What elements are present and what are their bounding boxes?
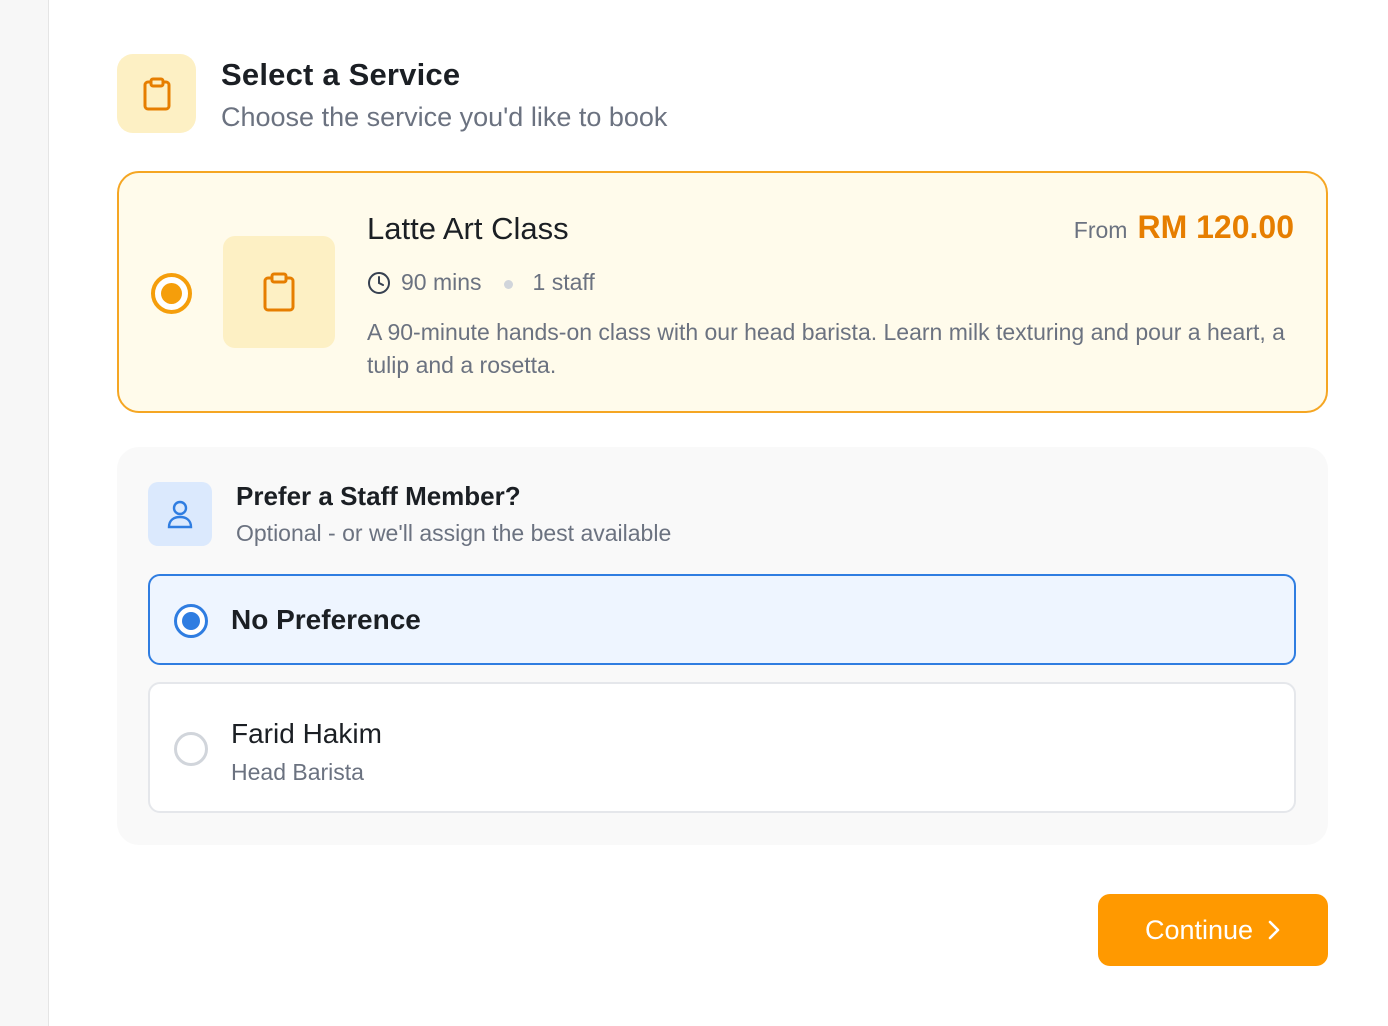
service-card-latte-art[interactable]: Latte Art Class From RM 120.00 90 mins 1… [117, 171, 1328, 413]
radio-selected-dot [161, 283, 182, 304]
service-name: Latte Art Class [367, 211, 569, 246]
chevron-right-icon [1267, 919, 1281, 941]
section-header: Select a Service Choose the service you'… [117, 54, 1328, 134]
service-duration: 90 mins [401, 269, 482, 295]
staff-option-role: Head Barista [231, 759, 364, 785]
staff-option-no-preference[interactable]: No Preference [148, 574, 1296, 665]
service-meta: 90 mins 1 staff [367, 269, 595, 296]
service-description: A 90-minute hands-on class with our head… [367, 319, 1285, 378]
left-sidebar-rail [0, 0, 49, 1026]
booking-main: Select a Service Choose the service you'… [117, 0, 1328, 1026]
staff-option-name: Farid Hakim [231, 718, 382, 749]
clipboard-icon [117, 54, 196, 133]
price-prefix: From [1073, 217, 1128, 243]
service-radio[interactable] [151, 273, 192, 314]
user-icon [148, 482, 212, 546]
continue-button[interactable]: Continue [1098, 894, 1328, 966]
radio-selected-dot [182, 612, 200, 630]
staff-option-label: No Preference [231, 604, 421, 635]
clipboard-icon [223, 236, 335, 348]
meta-separator [503, 280, 513, 289]
page-subtitle: Choose the service you'd like to book [221, 102, 668, 132]
continue-label: Continue [1144, 914, 1254, 945]
price-amount: RM 120.00 [1137, 209, 1294, 245]
staff-title: Prefer a Staff Member? [236, 481, 521, 511]
service-staff-count: 1 staff [532, 269, 595, 295]
staff-radio-unselected[interactable] [174, 732, 208, 766]
staff-radio-selected[interactable] [174, 604, 208, 638]
clock-icon [367, 271, 391, 295]
staff-subtitle: Optional - or we'll assign the best avai… [236, 520, 672, 546]
staff-preference-panel: Prefer a Staff Member? Optional - or we'… [117, 447, 1328, 845]
staff-option-farid-hakim[interactable]: Farid Hakim Head Barista [148, 682, 1296, 813]
page-title: Select a Service [221, 57, 461, 92]
service-price: From RM 120.00 [1074, 209, 1294, 246]
